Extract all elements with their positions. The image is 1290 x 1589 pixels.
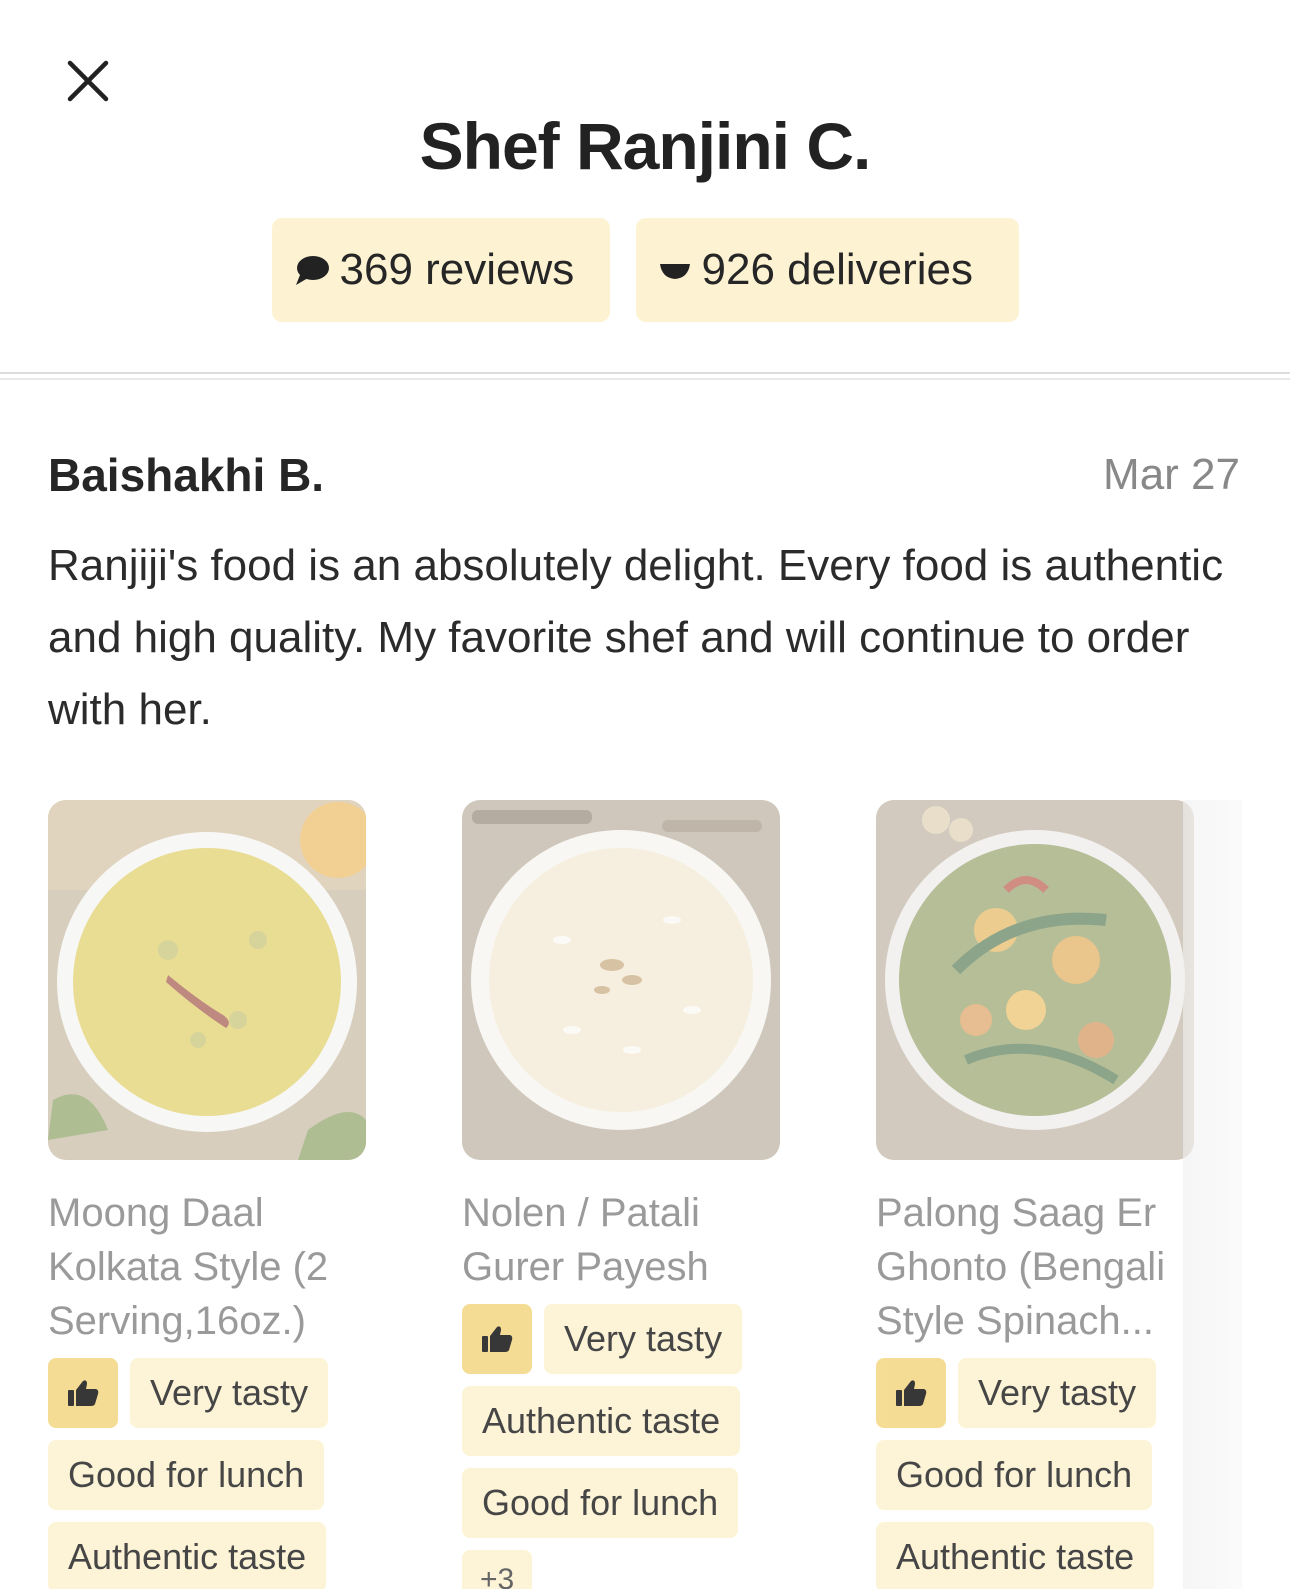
dish-tag: Good for lunch [48, 1440, 325, 1510]
dish-tag: Authentic taste [876, 1522, 1155, 1589]
dish-card[interactable]: Moong Daal Kolkata Style (2 Serving,16oz… [48, 800, 368, 1589]
thumbs-up-icon [482, 1326, 513, 1352]
dish-name: Moong Daal Kolkata Style (2 Serving,16oz… [48, 1191, 329, 1343]
dish-tags: Very tasty Good for lunch Authentic tast… [876, 1358, 1196, 1589]
close-icon [67, 60, 109, 102]
more-tags-button[interactable]: +3 [462, 1550, 533, 1589]
reviews-count-label: 369 reviews [339, 245, 575, 294]
dish-tag: Very tasty [544, 1304, 743, 1374]
dish-tag: Authentic taste [48, 1522, 327, 1589]
deliveries-count-label: 926 deliveries [701, 245, 974, 294]
reviews-count-badge[interactable]: 369 reviews [271, 218, 610, 322]
shef-name-title: Shef Ranjini C. [419, 109, 872, 183]
deliveries-count-badge[interactable]: 926 deliveries [635, 218, 1019, 322]
thumbs-up-icon [68, 1380, 99, 1406]
review-text: Ranjiji's food is an absolutely delight.… [48, 541, 1224, 734]
dish-photo [462, 800, 780, 1160]
dish-name: Palong Saag Er Ghonto (Bengali Style Spi… [876, 1191, 1166, 1343]
section-divider [0, 372, 1290, 380]
dish-tag: Very tasty [130, 1358, 329, 1428]
dish-tag: Good for lunch [462, 1468, 739, 1538]
speech-bubble-icon [294, 253, 330, 287]
review-date: Mar 27 [1103, 450, 1240, 499]
thumbs-up-icon [896, 1380, 927, 1406]
dish-tag: Very tasty [958, 1358, 1157, 1428]
bowl-icon [658, 258, 692, 282]
dish-name: Nolen / Patali Gurer Payesh [462, 1191, 709, 1289]
dish-card[interactable]: Palong Saag Er Ghonto (Bengali Style Spi… [876, 800, 1196, 1589]
close-button[interactable] [62, 55, 114, 107]
dish-tag: Good for lunch [876, 1440, 1153, 1510]
dish-carousel[interactable]: Moong Daal Kolkata Style (2 Serving,16oz… [48, 800, 1242, 1589]
dish-photo [876, 800, 1194, 1160]
stats-row: 369 reviews 926 deliveries [0, 218, 1290, 322]
dish-tags: Very tasty Authentic taste Good for lunc… [462, 1304, 782, 1589]
dish-tag: Authentic taste [462, 1386, 741, 1456]
dish-photo [48, 800, 366, 1160]
like-button[interactable] [48, 1358, 118, 1428]
carousel-edge-fade [1183, 800, 1242, 1589]
dish-card[interactable]: Nolen / Patali Gurer Payesh Very tasty A… [462, 800, 782, 1589]
dish-tags: Very tasty Good for lunch Authentic tast… [48, 1358, 368, 1589]
review-author: Baishakhi B. [48, 449, 325, 501]
like-button[interactable] [876, 1358, 946, 1428]
like-button[interactable] [462, 1304, 532, 1374]
